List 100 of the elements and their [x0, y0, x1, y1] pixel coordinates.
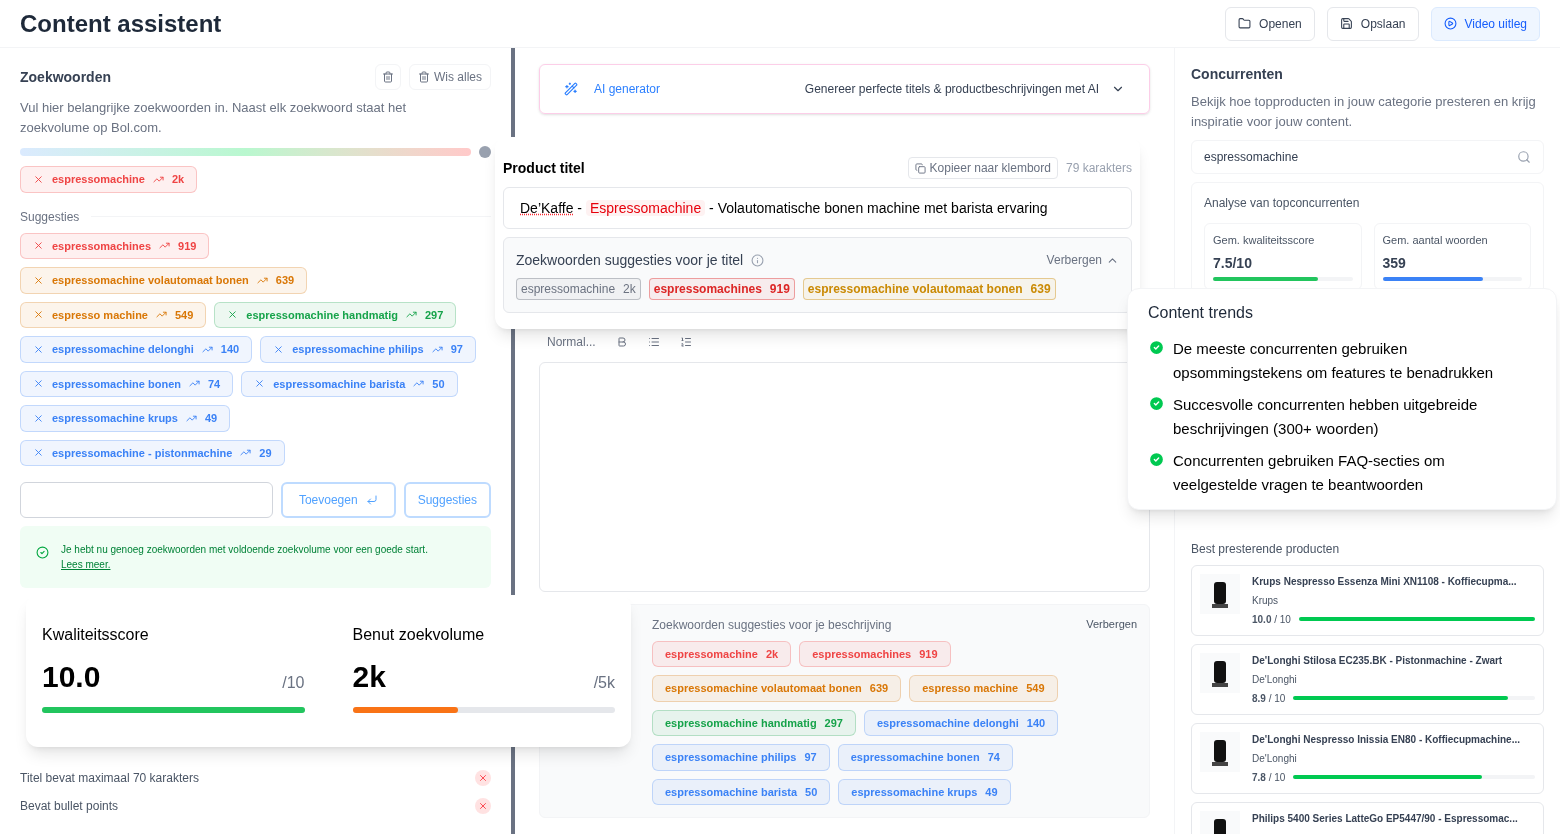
check-icon — [1148, 451, 1165, 468]
header-button[interactable]: Video uitleg — [1430, 6, 1540, 41]
keyword-chip[interactable]: espressomachine krups 49 — [838, 778, 1011, 805]
remove-icon[interactable] — [33, 343, 44, 355]
product-card[interactable]: De'Longhi Stilosa EC235.BK - Pistonmachine - Zwart De'Longhi 8.9 / 10 — [1191, 643, 1544, 715]
keyword-label: espressomachine - pistonmachine — [52, 445, 233, 461]
check-icon — [1148, 339, 1165, 356]
add-button[interactable]: Toevoegen — [280, 482, 396, 518]
metric-max: /5k — [593, 673, 615, 693]
keyword-chip[interactable]: espressomachines 919 — [799, 640, 951, 667]
copy-button[interactable]: Kopieer naar klembord — [907, 157, 1058, 179]
remove-icon[interactable] — [33, 240, 44, 252]
remove-icon[interactable] — [33, 447, 44, 459]
header-button[interactable]: Opslaan — [1326, 6, 1419, 41]
keyword-chip[interactable]: espressomachine - pistonmachine 29 — [20, 439, 285, 466]
ai-generator-bar[interactable]: AI generator Genereer perfecte titels & productbeschrijvingen met AI — [539, 64, 1150, 114]
keyword-label: espressomachine barista — [665, 784, 798, 800]
remove-icon[interactable] — [33, 173, 44, 185]
keyword-label: espressomachine philips — [292, 342, 424, 357]
keyword-label: espressomachine volautomaat bonen — [52, 273, 249, 288]
keyword-label: espressomachine handmatig — [665, 715, 817, 731]
trash-icon — [382, 71, 394, 83]
keyword-chip[interactable]: espressomachine barista 50 — [241, 370, 458, 397]
remove-icon[interactable] — [33, 412, 44, 424]
keyword-chip[interactable]: espressomachine 2k — [652, 640, 792, 667]
copy-icon — [914, 162, 926, 174]
keyword-chip[interactable]: espressomachine handmatig 297 — [214, 301, 457, 328]
keyword-chip[interactable]: espressomachines 919 — [20, 232, 210, 259]
keyword-volume: 919 — [919, 646, 938, 662]
style-select[interactable]: Normal... — [547, 333, 596, 350]
keyword-chip[interactable]: espressomachine handmatig 297 — [652, 709, 856, 736]
search-field[interactable]: espressomachine — [1191, 140, 1544, 174]
keyword-chip[interactable]: espressomachine barista 50 — [652, 778, 831, 805]
remove-icon[interactable] — [33, 309, 44, 321]
hide-toggle[interactable]: Verbergen — [1086, 616, 1137, 633]
clear-button[interactable]: Wis alles — [409, 64, 491, 90]
stat-value: 7.5/10 — [1213, 253, 1253, 273]
bold-icon[interactable] — [615, 335, 628, 348]
suggestions-title: Zoekwoorden suggesties voor je titel — [516, 251, 744, 270]
keyword-chip[interactable]: espressomachine krups 49 — [20, 405, 231, 432]
numbered-list-icon[interactable] — [679, 335, 692, 348]
keyword-chip[interactable]: espressomachine philips 97 — [260, 336, 476, 363]
keyword-volume: 50 — [432, 376, 445, 392]
product-score: 10.0 / 10 — [1252, 612, 1291, 627]
product-name: De'Longhi Stilosa EC235.BK - Pistonmachine - Zwart — [1252, 653, 1504, 668]
keyword-chip[interactable]: espressomachine bonen 74 — [20, 370, 234, 397]
keyword-input[interactable] — [20, 482, 273, 518]
remove-icon[interactable] — [33, 274, 44, 286]
keyword-volume: 919 — [178, 238, 197, 254]
product-card[interactable]: De'Longhi Nespresso Inissia EN80 - Koffiecupmachine... De'Longhi 7.8 / 10 — [1191, 722, 1544, 794]
keyword-chip[interactable]: espressomachine philips 97 — [652, 744, 830, 771]
keyword-chip[interactable]: espresso machine 549 — [20, 301, 207, 328]
remove-icon[interactable] — [227, 309, 239, 321]
product-brand: De'Longhi — [1252, 672, 1298, 687]
keyword-label: espressomachine bonen — [850, 750, 980, 765]
keyword-volume: 297 — [824, 715, 843, 731]
products-title: Best presterende producten — [1191, 540, 1341, 557]
keyword-chip[interactable]: espressomachines 919 — [648, 278, 795, 300]
folder-icon — [1238, 17, 1252, 30]
card-title: Content trends — [1148, 303, 1254, 323]
keyword-label: espresso machine — [922, 681, 1019, 696]
remove-icon[interactable] — [273, 343, 285, 355]
char-count: 79 karakters — [1065, 160, 1132, 176]
delete-button[interactable] — [375, 64, 401, 90]
title-field[interactable]: De’Kaffe - Espressomachine - Volautomatische bonen machine met barista ervaring — [503, 187, 1132, 229]
keyword-chip[interactable]: espressomachine bonen 74 — [837, 744, 1013, 771]
keyword-chip[interactable]: espressomachine volautomaat bonen 639 — [802, 278, 1056, 300]
list-icon[interactable] — [647, 335, 660, 348]
stat-label: Gem. kwaliteitsscore — [1213, 233, 1316, 248]
header-button[interactable]: Openen — [1225, 6, 1315, 41]
keyword-chip[interactable]: espressomachine delonghi 140 — [863, 709, 1059, 736]
check-label: Titel bevat maximaal 70 karakters — [20, 770, 199, 786]
hide-toggle[interactable]: Verbergen — [1046, 252, 1119, 268]
keyword-chip[interactable]: espressomachine volautomaat bonen 639 — [20, 267, 308, 294]
keyword-volume: 49 — [204, 411, 218, 426]
subsection-title: Suggesties — [20, 208, 80, 225]
keyword-volume: 2k — [171, 172, 185, 187]
keyword-chip[interactable]: espressomachine delonghi 140 — [20, 336, 253, 363]
keyword-chip[interactable]: espresso machine 549 — [909, 675, 1058, 702]
trash-icon — [418, 71, 430, 83]
keyword-label: espressomachine barista — [273, 376, 406, 392]
trend-text: Concurrenten gebruiken FAQ-secties om veelgestelde vragen te beantwoorden — [1173, 451, 1446, 495]
trend-text: De meeste concurrenten gebruiken opsommingstekens om features te benadrukken — [1173, 339, 1495, 383]
keyword-chip[interactable]: espressomachine volautomaat bonen 639 — [652, 675, 902, 702]
keyword-chip[interactable]: espressomachine 2k — [516, 278, 641, 300]
product-card[interactable]: Krups Nespresso Essenza Mini XN1108 - Koffiecupma... Krups 10.0 / 10 — [1191, 564, 1544, 636]
wand-icon — [564, 82, 578, 96]
suggestions-button[interactable]: Suggesties — [403, 482, 491, 518]
product-card[interactable]: Philips 5400 Series LatteGo EP5447/90 - Espressomac... — [1191, 801, 1544, 834]
keyword-volume: 50 — [805, 784, 818, 800]
remove-icon[interactable] — [33, 378, 44, 390]
keyword-label: espressomachine delonghi — [876, 715, 1019, 731]
product-brand: De'Longhi — [1252, 751, 1298, 766]
section-description: Bekijk hoe topproducten in jouw categorie presteren en krijg inspiratie voor jouw content. — [1191, 93, 1537, 131]
product-name: Krups Nespresso Essenza Mini XN1108 - Koffiecupma... — [1252, 574, 1518, 589]
read-more-link[interactable]: Lees meer. — [61, 559, 111, 570]
remove-icon[interactable] — [254, 378, 266, 390]
keyword-label: espressomachine krups — [52, 411, 178, 426]
keyword-chip[interactable]: espressomachine 2k — [20, 166, 198, 193]
save-icon — [1339, 17, 1353, 30]
